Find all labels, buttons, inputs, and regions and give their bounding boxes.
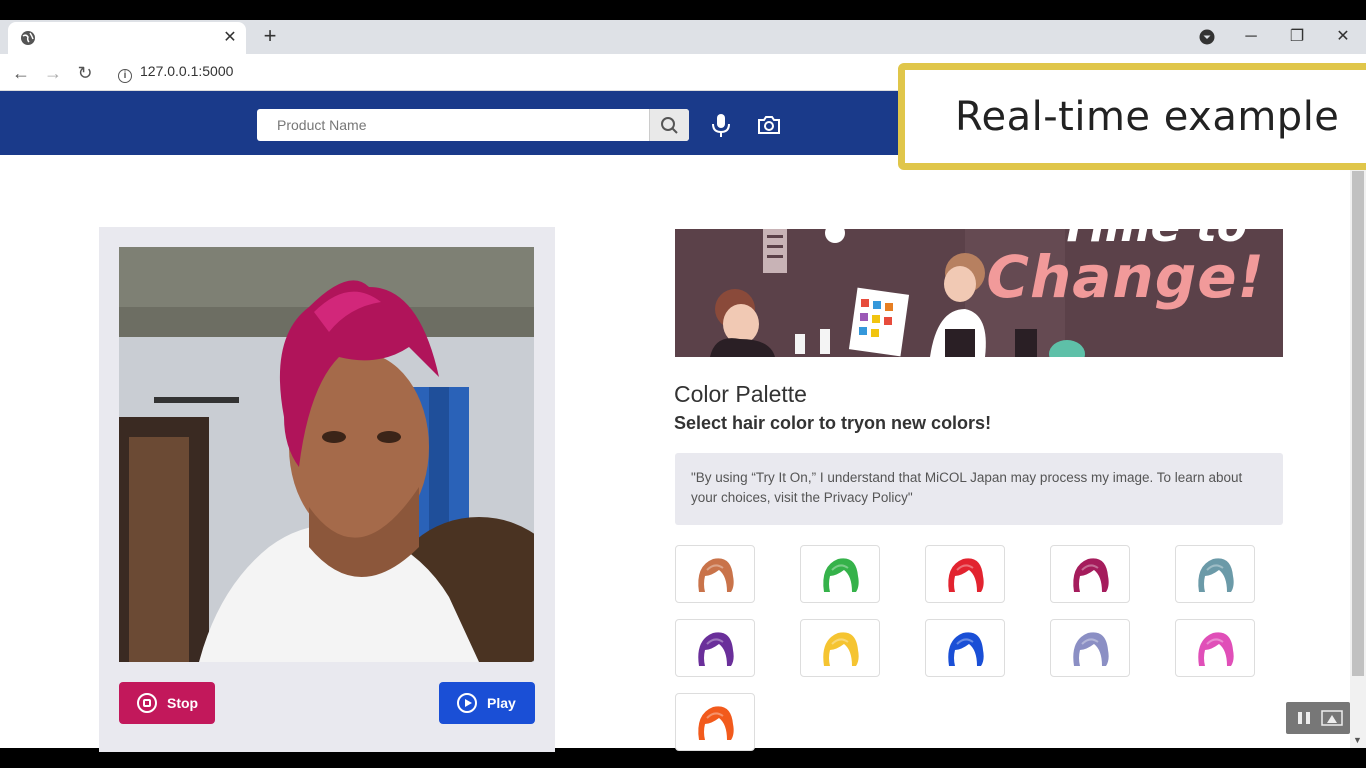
forward-icon[interactable]: →	[40, 60, 66, 86]
scrollbar-thumb[interactable]	[1352, 171, 1364, 676]
main-content: Stop Play Change! Color Palette Select h…	[0, 155, 1350, 752]
screen: ✕ + ─ ❐ ✕ ← → ↻ i 127.0.0.1:5000 Product…	[0, 0, 1366, 768]
wig-icon	[698, 558, 734, 592]
wig-icon	[698, 706, 734, 740]
stop-button[interactable]: Stop	[119, 682, 215, 724]
product-search	[257, 109, 689, 141]
play-label: Play	[487, 695, 516, 711]
microphone-icon[interactable]	[707, 111, 735, 139]
globe-icon	[21, 31, 35, 45]
hair-color-swatch-pink[interactable]	[1175, 619, 1255, 677]
close-window-icon[interactable]: ✕	[1330, 24, 1356, 50]
scroll-down-icon[interactable]: ▼	[1353, 735, 1362, 745]
hair-color-swatch-orange[interactable]	[675, 693, 755, 751]
search-button[interactable]	[649, 109, 689, 141]
camera-icon[interactable]	[755, 111, 783, 139]
tab-bar: ✕ + ─ ❐ ✕	[0, 20, 1366, 54]
hair-color-swatch-blue[interactable]	[925, 619, 1005, 677]
close-tab-icon[interactable]: ✕	[220, 28, 240, 48]
url-text: 127.0.0.1:5000	[140, 63, 234, 79]
hair-color-swatch-magenta[interactable]	[1050, 545, 1130, 603]
hair-color-swatch-copper[interactable]	[675, 545, 755, 603]
restore-icon[interactable]: ❐	[1284, 24, 1310, 50]
hair-color-swatch-green[interactable]	[800, 545, 880, 603]
play-button[interactable]: Play	[439, 682, 535, 724]
stop-label: Stop	[167, 695, 199, 711]
privacy-notice: "By using “Try It On,” I understand that…	[675, 453, 1283, 525]
wig-icon	[1073, 632, 1109, 666]
wig-icon	[948, 558, 984, 592]
hair-color-swatch-yellow[interactable]	[800, 619, 880, 677]
wig-icon	[1073, 558, 1109, 592]
promo-banner: Time to Change!	[675, 229, 1283, 357]
play-icon	[457, 693, 477, 713]
page-scrollbar[interactable]: ▼	[1350, 155, 1366, 748]
palette-title: Color Palette	[674, 381, 807, 407]
webcam-panel: Stop Play	[99, 227, 555, 752]
real-time-example-caption: Real-time example	[898, 63, 1366, 170]
banner-headline: Change!	[986, 243, 1265, 311]
hair-color-swatch-teal-grey[interactable]	[1175, 545, 1255, 603]
url-field[interactable]: i 127.0.0.1:5000	[118, 63, 233, 83]
picture-in-picture-icon[interactable]	[1320, 709, 1344, 727]
wig-icon	[698, 632, 734, 666]
hair-color-swatch-lavender[interactable]	[1050, 619, 1130, 677]
wig-icon	[1198, 558, 1234, 592]
hair-color-swatch-red[interactable]	[925, 545, 1005, 603]
site-info-icon[interactable]: i	[118, 69, 132, 83]
back-icon[interactable]: ←	[8, 60, 34, 86]
browser-tab[interactable]: ✕	[8, 22, 246, 54]
hair-color-swatch-purple[interactable]	[675, 619, 755, 677]
profile-menu-icon[interactable]	[1194, 24, 1220, 50]
reload-icon[interactable]: ↻	[72, 60, 98, 86]
caption-text: Real-time example	[955, 94, 1340, 140]
palette-subtitle: Select hair color to tryon new colors!	[674, 413, 992, 433]
new-tab-button[interactable]: +	[258, 25, 282, 49]
wig-icon	[948, 632, 984, 666]
search-input[interactable]	[257, 109, 649, 141]
pause-icon[interactable]	[1293, 709, 1315, 727]
stop-icon	[137, 693, 157, 713]
wig-icon	[823, 558, 859, 592]
minimize-icon[interactable]: ─	[1238, 24, 1264, 50]
webcam-feed	[119, 247, 534, 662]
webcam-image	[119, 247, 534, 662]
wig-icon	[1198, 632, 1234, 666]
search-icon	[661, 117, 678, 134]
media-controls	[1286, 702, 1350, 734]
wig-icon	[823, 632, 859, 666]
